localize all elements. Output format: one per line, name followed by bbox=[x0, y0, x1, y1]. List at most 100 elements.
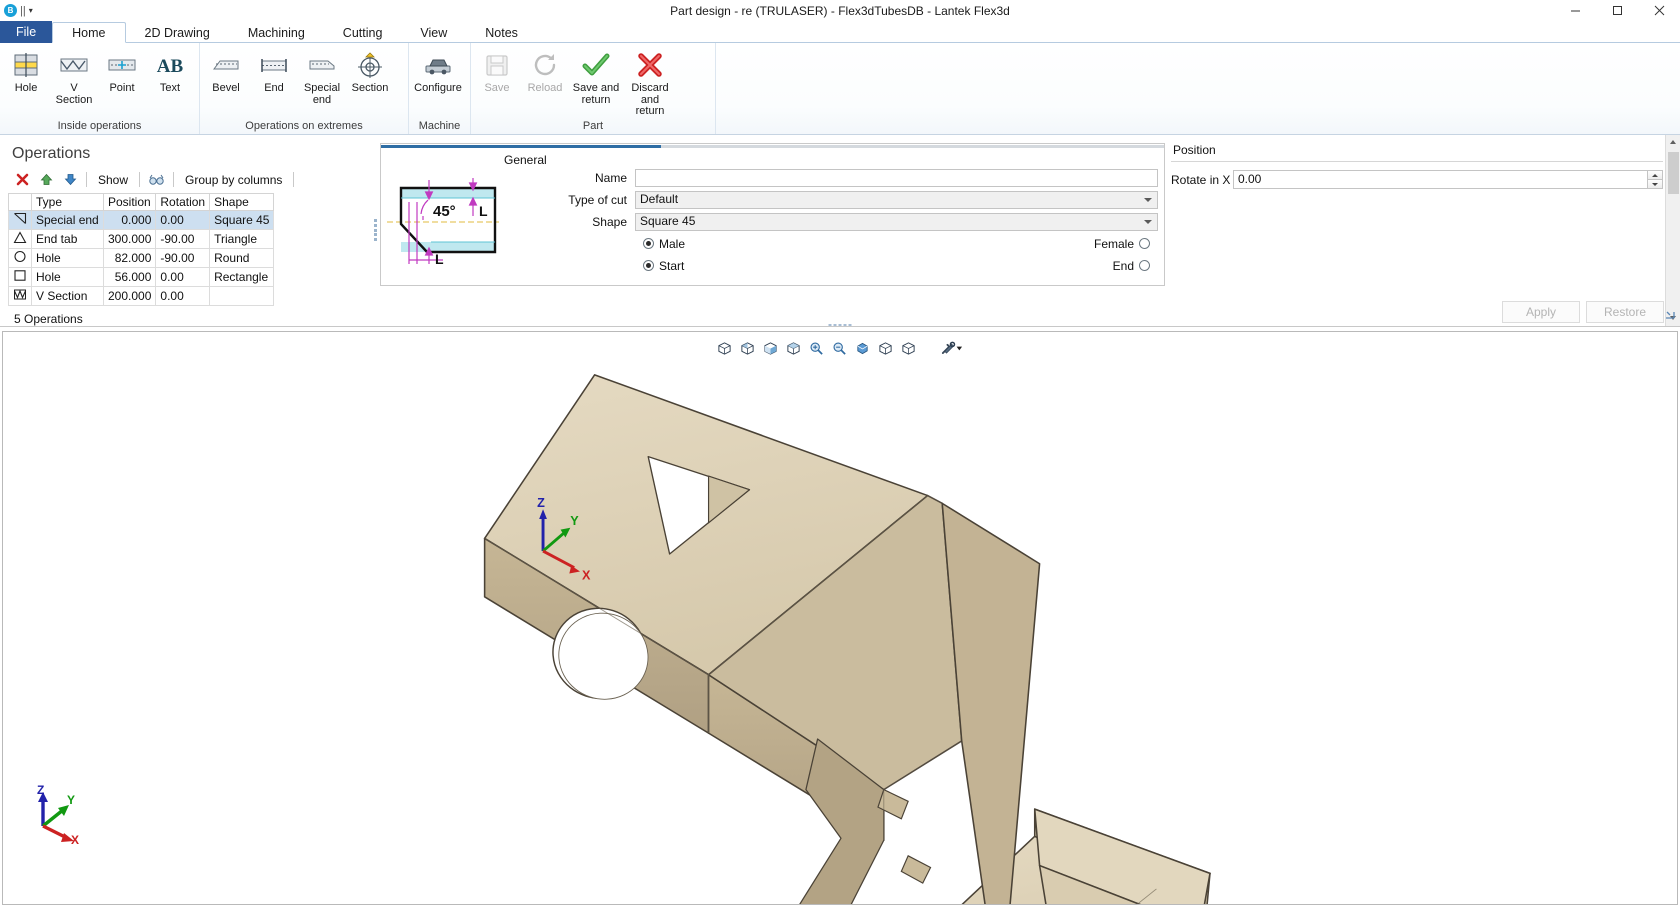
start-radio[interactable] bbox=[643, 260, 654, 271]
table-row[interactable]: Hole 56.000 0.00 Rectangle bbox=[8, 266, 275, 287]
horizontal-splitter-grip[interactable] bbox=[828, 323, 852, 326]
apply-button[interactable]: Apply bbox=[1502, 300, 1580, 323]
stepper-down-button[interactable] bbox=[1647, 179, 1663, 189]
start-radio-group[interactable]: Start bbox=[643, 259, 684, 273]
minimize-button[interactable] bbox=[1554, 0, 1596, 21]
filter-operations-button[interactable] bbox=[145, 171, 168, 189]
viewport-toolbar bbox=[3, 339, 1677, 358]
male-radio[interactable] bbox=[643, 238, 654, 249]
window-controls bbox=[1554, 0, 1680, 21]
ribbon-button-configure[interactable]: Configure bbox=[411, 46, 465, 96]
ribbon-button-end[interactable]: End bbox=[250, 46, 298, 96]
viewport-tools-button[interactable] bbox=[937, 339, 967, 358]
zoom-out-button[interactable] bbox=[829, 339, 850, 358]
view-isometric-5-icon bbox=[901, 341, 915, 355]
tab-2d-drawing[interactable]: 2D Drawing bbox=[126, 22, 229, 43]
shape-select[interactable]: Square 45 bbox=[635, 212, 1158, 231]
group-by-columns-button[interactable]: Group by columns bbox=[179, 173, 288, 187]
type-of-cut-select[interactable]: Default bbox=[635, 190, 1158, 209]
male-label: Male bbox=[659, 236, 686, 251]
ribbon-tab-bar: File Home 2D Drawing Machining Cutting V… bbox=[0, 21, 1680, 43]
column-header-type[interactable]: Type bbox=[31, 192, 104, 211]
view-back-iso-button[interactable] bbox=[737, 339, 758, 358]
show-button[interactable]: Show bbox=[92, 173, 134, 187]
female-radio[interactable] bbox=[1139, 238, 1150, 249]
table-row[interactable]: Special end 0.000 0.00 Square 45 bbox=[8, 209, 275, 230]
view-top-iso-button[interactable] bbox=[783, 339, 804, 358]
ribbon-button-point[interactable]: Point bbox=[98, 46, 146, 96]
delete-operation-button[interactable] bbox=[12, 171, 33, 189]
ribbon-button-save-and-return[interactable]: Save and return bbox=[569, 46, 623, 107]
row-type: End tab bbox=[31, 228, 104, 249]
ribbon-button-special-end[interactable]: Special end bbox=[298, 46, 346, 107]
row-shape: Triangle bbox=[209, 228, 275, 249]
view-front-iso-button[interactable] bbox=[714, 339, 735, 358]
move-operation-up-button[interactable] bbox=[36, 171, 57, 189]
name-input[interactable] bbox=[635, 168, 1158, 187]
window-title: Part design - re (TRULASER) - Flex3dTube… bbox=[670, 3, 1010, 18]
tab-file[interactable]: File bbox=[0, 21, 53, 43]
ribbon-group-part: Save Reload Save and return Discard and … bbox=[471, 43, 716, 134]
zoom-in-button[interactable] bbox=[806, 339, 827, 358]
tab-home[interactable]: Home bbox=[52, 22, 126, 43]
quick-access-toolbar[interactable]: B || ▾ bbox=[0, 4, 33, 17]
end-radio-group[interactable]: End bbox=[1113, 259, 1158, 273]
qat-separator: || bbox=[20, 4, 26, 17]
title-bar: B || ▾ Part design - re (TRULASER) - Fle… bbox=[0, 0, 1680, 21]
maximize-button[interactable] bbox=[1596, 0, 1638, 21]
ribbon-button-reload[interactable]: Reload bbox=[521, 46, 569, 96]
splitter-grip bbox=[373, 219, 377, 241]
ribbon-button-text[interactable]: AB Text bbox=[146, 46, 194, 96]
scrollbar-thumb[interactable] bbox=[1667, 151, 1679, 194]
ribbon-button-v-section[interactable]: V Section bbox=[50, 46, 98, 107]
tab-machining[interactable]: Machining bbox=[229, 22, 324, 43]
view-shaded-cube-icon bbox=[763, 341, 777, 355]
tab-cutting[interactable]: Cutting bbox=[324, 22, 402, 43]
column-header-shape[interactable]: Shape bbox=[209, 192, 275, 211]
bevel-icon bbox=[211, 49, 241, 81]
row-shape: Round bbox=[209, 247, 275, 268]
v-section-icon bbox=[59, 49, 89, 81]
view-shaded-button[interactable] bbox=[760, 339, 781, 358]
table-row[interactable]: End tab 300.000 -90.00 Triangle bbox=[8, 228, 275, 249]
rotate-in-x-input[interactable] bbox=[1233, 170, 1647, 189]
column-header-icon[interactable] bbox=[8, 192, 32, 211]
scrollbar-track[interactable] bbox=[1665, 193, 1680, 311]
ribbon-button-discard-and-return[interactable]: Discard and return bbox=[623, 46, 677, 119]
ribbon-button-section[interactable]: Section bbox=[346, 46, 394, 96]
stepper-up-button[interactable] bbox=[1647, 170, 1663, 179]
move-operation-down-button[interactable] bbox=[60, 171, 81, 189]
view-right-iso-button[interactable] bbox=[898, 339, 919, 358]
column-header-rotation[interactable]: Rotation bbox=[155, 192, 211, 211]
expand-collapse-icon[interactable] bbox=[1663, 308, 1677, 322]
zoom-fit-button[interactable] bbox=[852, 339, 873, 358]
ribbon-button-hole[interactable]: Hole bbox=[2, 46, 50, 96]
field-row-type-of-cut: Type of cut Default bbox=[511, 190, 1158, 210]
tab-view[interactable]: View bbox=[401, 22, 466, 43]
3d-viewport[interactable]: Z Y X Z Y X bbox=[2, 330, 1678, 905]
male-radio-group[interactable]: Male bbox=[643, 237, 685, 251]
general-group-header: General bbox=[381, 144, 1164, 168]
view-left-iso-button[interactable] bbox=[875, 339, 896, 358]
column-header-position[interactable]: Position bbox=[102, 192, 157, 211]
table-row[interactable]: Hole 82.000 -90.00 Round bbox=[8, 247, 275, 268]
chevron-down-icon[interactable]: ▾ bbox=[29, 6, 33, 15]
ribbon-button-bevel[interactable]: Bevel bbox=[202, 46, 250, 96]
ribbon-group-machine: Configure Machine bbox=[409, 43, 471, 134]
svg-text:45°: 45° bbox=[433, 203, 456, 220]
hole-icon bbox=[11, 49, 41, 81]
operations-panel-title: Operations bbox=[12, 144, 91, 162]
triangle-shape-icon bbox=[13, 230, 27, 243]
close-button[interactable] bbox=[1638, 0, 1680, 21]
end-label: End bbox=[1112, 258, 1134, 273]
ribbon-button-save[interactable]: Save bbox=[473, 46, 521, 96]
scroll-up-button[interactable] bbox=[1665, 134, 1680, 150]
end-radio[interactable] bbox=[1139, 260, 1150, 271]
restore-button[interactable]: Restore bbox=[1586, 300, 1664, 323]
female-radio-group[interactable]: Female bbox=[1094, 237, 1158, 251]
green-up-arrow-icon bbox=[40, 173, 53, 185]
row-shape: Square 45 bbox=[209, 209, 275, 230]
3d-model-render[interactable]: Z Y X bbox=[3, 332, 1677, 905]
tab-notes[interactable]: Notes bbox=[466, 22, 537, 43]
rotate-in-x-stepper[interactable] bbox=[1233, 170, 1663, 189]
